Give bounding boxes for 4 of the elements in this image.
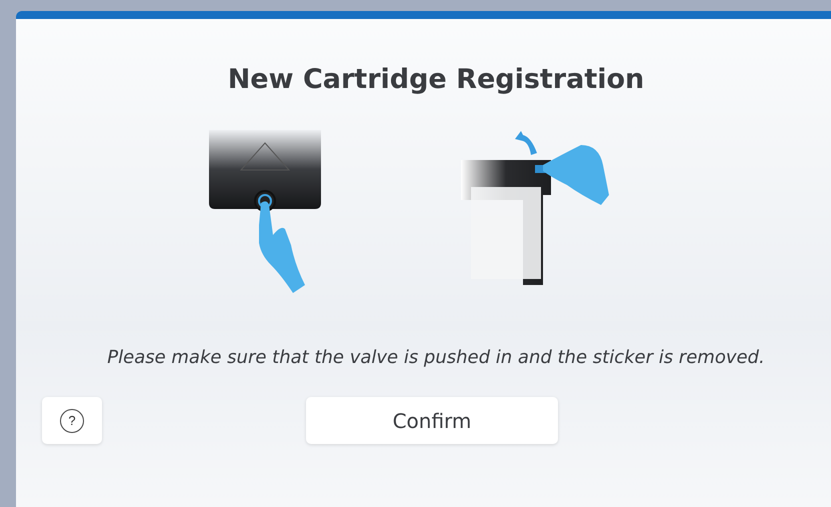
- confirm-button[interactable]: Confirm: [306, 397, 558, 444]
- dialog-title: New Cartridge Registration: [226, 63, 646, 97]
- help-button[interactable]: ?: [42, 397, 102, 444]
- instruction-text: Please make sure that the valve is pushed in and the sticker is removed.: [106, 346, 766, 370]
